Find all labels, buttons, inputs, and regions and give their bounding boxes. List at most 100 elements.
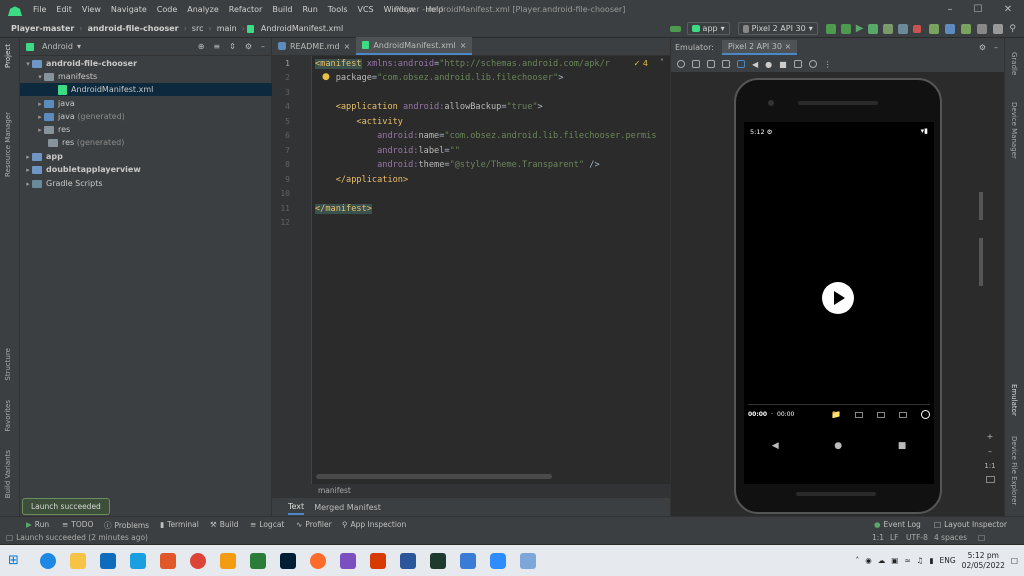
tree-item-res[interactable]: ▸ res	[20, 123, 272, 136]
tree-item-java-generated[interactable]: ▸ java (generated)	[20, 110, 272, 123]
visual-studio-icon[interactable]	[339, 552, 356, 569]
close-icon[interactable]: ×	[344, 42, 351, 51]
screenshot-icon[interactable]	[793, 60, 802, 68]
tool-profiler[interactable]: ∿ Profiler	[296, 520, 332, 529]
minimize-icon[interactable]: –	[936, 0, 964, 20]
lock-icon[interactable]: □	[978, 533, 985, 542]
tab-resource-manager[interactable]: Resource Manager	[4, 112, 12, 177]
line-separator[interactable]: LF	[890, 533, 899, 542]
network-icon[interactable]: ◉	[865, 556, 872, 565]
chevron-up-icon[interactable]: ˄	[855, 556, 859, 565]
menu-file[interactable]: File	[28, 0, 51, 20]
stop-icon[interactable]	[913, 24, 922, 33]
run-config-select[interactable]: app ▾	[686, 22, 730, 35]
phone-screen[interactable]: 5:12 ⚙ ▾▮ 00:00 · 00:00 📁 ◀ ● ■	[744, 122, 934, 484]
breadcrumb-src[interactable]: src	[189, 24, 207, 33]
apply-code-changes-icon[interactable]	[840, 23, 851, 34]
menu-code[interactable]: Code	[152, 0, 182, 20]
apply-changes-icon[interactable]	[825, 23, 836, 34]
tab-gradle[interactable]: Gradle	[1010, 52, 1018, 75]
attach-debugger-icon[interactable]	[898, 23, 909, 34]
tree-item-java[interactable]: ▸ java	[20, 97, 272, 110]
tab-merged-manifest[interactable]: Merged Manifest	[314, 503, 381, 512]
account-icon[interactable]	[993, 23, 1004, 34]
pip-icon[interactable]	[899, 411, 907, 418]
back-icon[interactable]: ◀	[752, 60, 758, 69]
breadcrumb-file[interactable]: AndroidManifest.xml	[258, 24, 346, 33]
tool-terminal[interactable]: ▮ Terminal	[160, 520, 199, 529]
tab-readme[interactable]: README.md ×	[272, 37, 356, 55]
tool-logcat[interactable]: ≡ Logcat	[250, 520, 284, 529]
file-encoding[interactable]: UTF-8	[906, 533, 928, 542]
sync-gradle-icon[interactable]	[929, 23, 940, 34]
word-icon[interactable]	[399, 552, 416, 569]
tab-build-variants[interactable]: Build Variants	[4, 450, 12, 498]
expand-all-icon[interactable]: ⇕	[229, 42, 236, 51]
back-icon[interactable]: ◀	[772, 441, 779, 451]
tree-item-android-file-chooser[interactable]: ▾ android-file-chooser	[20, 57, 272, 70]
gear-icon[interactable]: ⚙	[979, 43, 986, 52]
zoom-actual-size[interactable]: 1:1	[979, 462, 1001, 470]
lightbulb-icon[interactable]: ●	[322, 72, 330, 82]
photoshop-icon[interactable]	[279, 552, 296, 569]
zoom-icon[interactable]	[489, 552, 506, 569]
tab-favorites[interactable]: Favorites	[4, 400, 12, 432]
office-icon[interactable]	[369, 552, 386, 569]
menu-build[interactable]: Build	[267, 0, 297, 20]
file-explorer-icon[interactable]	[69, 552, 86, 569]
hammer-icon[interactable]	[669, 25, 681, 32]
volume-icon[interactable]: ♫	[917, 556, 924, 565]
language-indicator[interactable]: ENG	[940, 556, 956, 565]
breadcrumb-project[interactable]: Player-master	[8, 24, 77, 33]
l-app-icon[interactable]	[129, 552, 146, 569]
chevron-up-icon[interactable]: ˄	[660, 58, 664, 67]
tab-device-file-explorer[interactable]: Device File Explorer	[1010, 436, 1018, 505]
overview-icon[interactable]: ■	[898, 441, 907, 451]
close-icon[interactable]: ✕	[994, 0, 1022, 20]
tab-emulator[interactable]: Emulator	[1010, 384, 1018, 416]
pycharm-icon[interactable]	[249, 552, 266, 569]
tree-item-app[interactable]: ▸ app	[20, 150, 272, 163]
tool-run[interactable]: ▶ Run	[26, 520, 49, 529]
menu-edit[interactable]: Edit	[51, 0, 77, 20]
battery-icon[interactable]: ▮	[929, 556, 933, 565]
volume-up-icon[interactable]	[692, 60, 700, 68]
rotate-left-icon[interactable]	[722, 60, 730, 68]
locate-icon[interactable]: ⊕	[198, 42, 205, 51]
tab-text[interactable]: Text	[288, 500, 305, 515]
tool-event-log[interactable]: ● Event Log	[874, 520, 921, 529]
horizontal-scrollbar[interactable]	[316, 474, 552, 479]
hide-icon[interactable]: –	[261, 42, 265, 51]
windows-start-icon[interactable]: ⊞	[8, 553, 19, 568]
tree-item-gradle-scripts[interactable]: ▸ Gradle Scripts	[20, 177, 272, 190]
clock[interactable]: 5:12 pm 02/05/2022	[962, 551, 1005, 571]
tab-structure[interactable]: Structure	[4, 348, 12, 381]
tool-app-inspection[interactable]: ⚲ App Inspection	[342, 520, 406, 529]
caret-position[interactable]: 1:1	[872, 533, 884, 542]
tool-todo[interactable]: ≡ TODO	[62, 520, 93, 529]
project-view-select[interactable]: Android	[42, 42, 73, 51]
rotate-right-icon[interactable]	[737, 60, 745, 68]
tool-problems[interactable]: ⓘ Problems	[104, 520, 149, 531]
wifi-icon[interactable]: ≈	[904, 556, 910, 565]
tree-item-doubletapplayerview[interactable]: ▸ doubletapplayerview	[20, 163, 272, 176]
tree-item-androidmanifest[interactable]: AndroidManifest.xml	[20, 83, 272, 96]
menu-run[interactable]: Run	[297, 0, 322, 20]
file-app-icon[interactable]	[459, 552, 476, 569]
menu-refactor[interactable]: Refactor	[224, 0, 268, 20]
home-icon[interactable]: ●	[765, 60, 772, 69]
zoom-out-icon[interactable]: –	[979, 447, 1001, 456]
edge-icon[interactable]	[39, 552, 56, 569]
indent-setting[interactable]: 4 spaces	[934, 533, 967, 542]
maximize-icon[interactable]: ☐	[964, 0, 992, 20]
debug-icon[interactable]	[868, 23, 879, 34]
rotation-lock-icon[interactable]	[921, 410, 930, 419]
more-icon[interactable]: ⋮	[824, 60, 832, 69]
firefox-icon[interactable]	[309, 552, 326, 569]
profile-icon[interactable]	[883, 23, 894, 34]
tab-androidmanifest[interactable]: AndroidManifest.xml ×	[356, 37, 473, 55]
gear-icon[interactable]: ⚙	[245, 42, 252, 51]
home-icon[interactable]: ●	[834, 441, 842, 451]
volume-down-icon[interactable]	[707, 60, 715, 68]
overview-icon[interactable]: ■	[779, 60, 787, 69]
